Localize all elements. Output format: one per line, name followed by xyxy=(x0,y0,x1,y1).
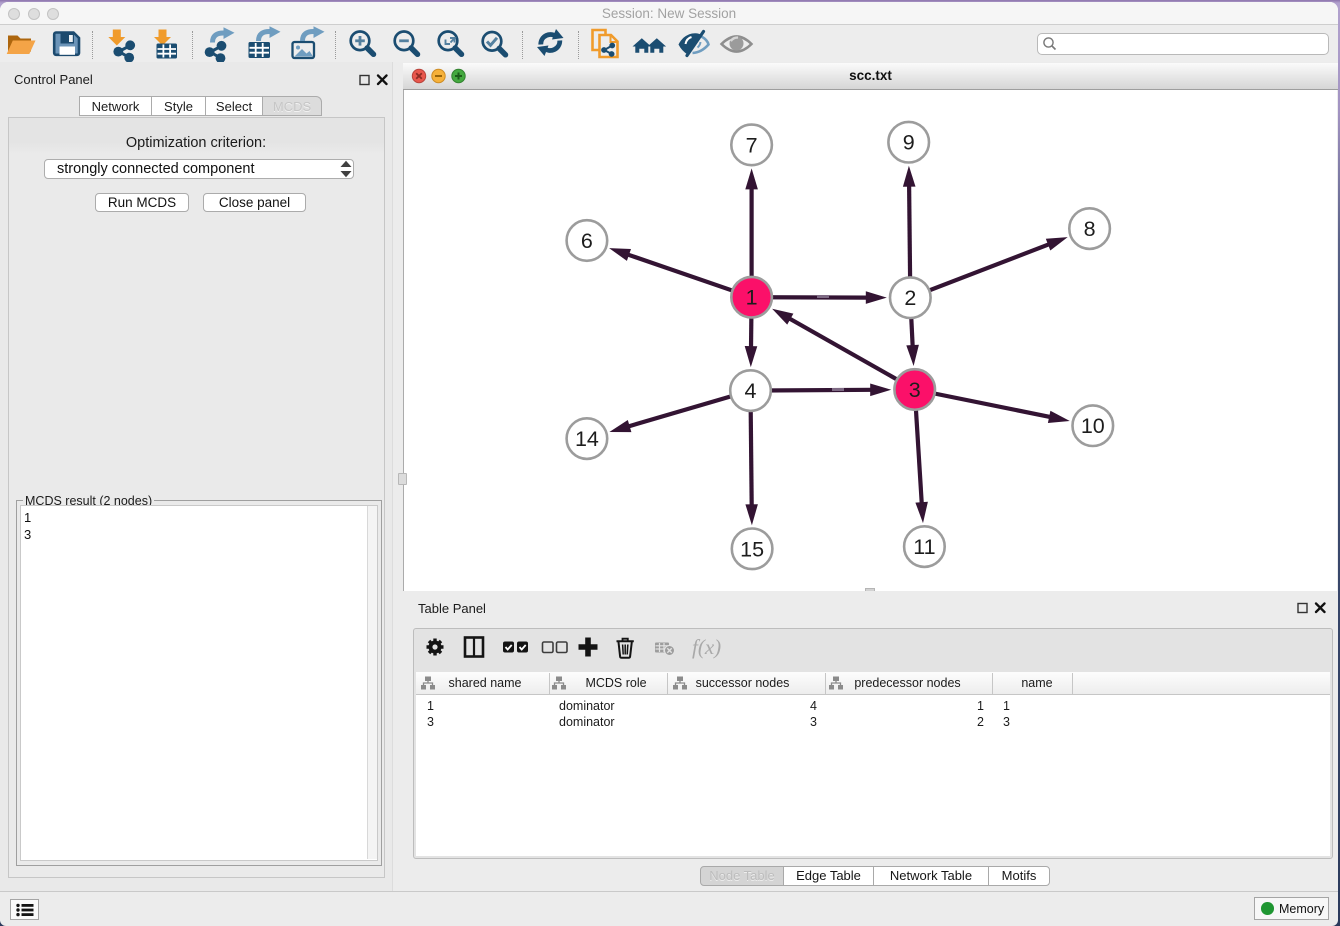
svg-text:8: 8 xyxy=(1084,217,1096,241)
svg-text:10: 10 xyxy=(1081,414,1105,438)
svg-text:4: 4 xyxy=(745,379,757,403)
svg-text:14: 14 xyxy=(575,427,599,451)
svg-text:9: 9 xyxy=(903,131,915,155)
svg-text:15: 15 xyxy=(740,537,764,561)
svg-text:1: 1 xyxy=(746,286,758,310)
svg-text:6: 6 xyxy=(581,229,593,253)
svg-text:3: 3 xyxy=(909,378,921,402)
svg-text:f(x): f(x) xyxy=(692,635,721,659)
svg-text:7: 7 xyxy=(746,133,758,157)
svg-text:2: 2 xyxy=(904,286,916,310)
svg-text:11: 11 xyxy=(913,535,935,559)
